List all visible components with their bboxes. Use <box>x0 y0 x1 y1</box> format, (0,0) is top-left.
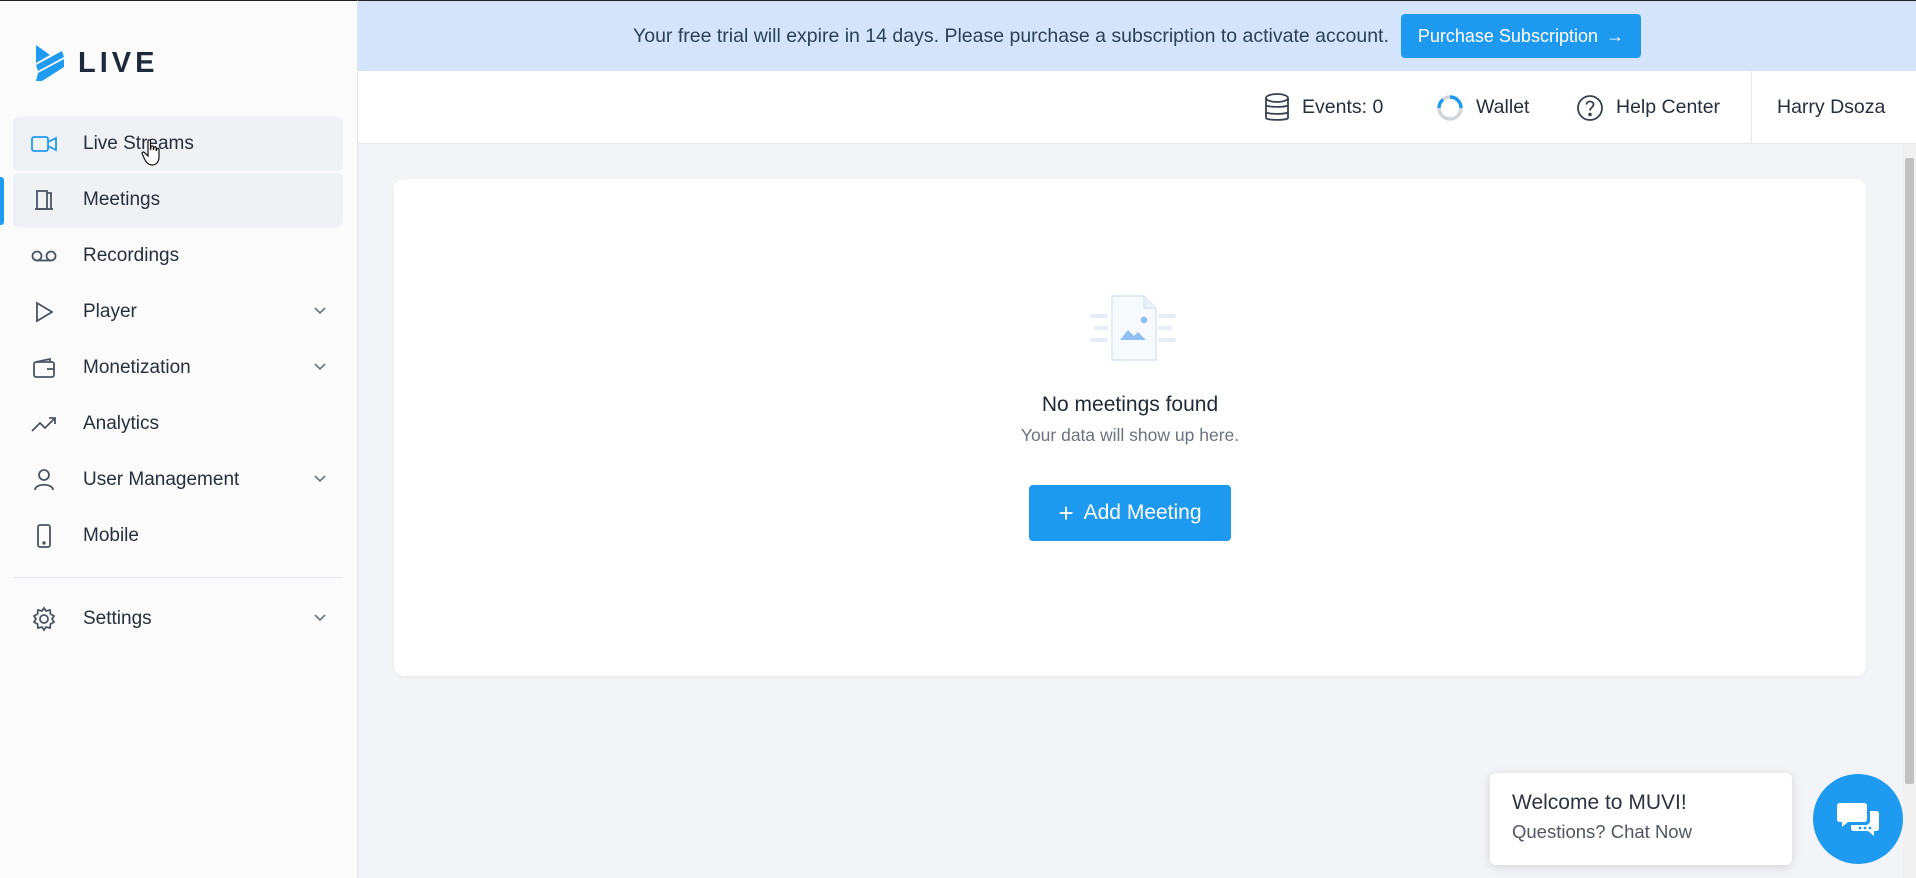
gear-icon <box>29 604 59 634</box>
active-indicator <box>0 177 4 225</box>
empty-state-title: No meetings found <box>1041 393 1219 416</box>
sidebar-item-analytics[interactable]: Analytics <box>13 397 343 451</box>
trend-icon <box>29 409 59 439</box>
events-counter[interactable]: Events: 0 <box>1264 71 1383 144</box>
wallet-ring-icon <box>1437 94 1463 121</box>
user-menu[interactable]: Harry Dsoza <box>1777 71 1885 144</box>
sidebar-item-player[interactable]: Player <box>13 285 343 339</box>
arrow-right-icon: → <box>1605 25 1624 46</box>
chevron-down-icon <box>314 307 326 315</box>
events-label: Events: 0 <box>1302 96 1384 118</box>
trial-banner-text: Your free trial will expire in 14 days. … <box>633 24 1389 47</box>
sidebar-item-meetings[interactable]: Meetings <box>13 173 343 227</box>
user-icon <box>29 465 59 495</box>
user-name: Harry Dsoza <box>1777 96 1886 118</box>
chevron-down-icon <box>314 614 326 622</box>
sidebar-item-mobile[interactable]: Mobile <box>13 509 343 563</box>
empty-state-subtitle: Your data will show up here. <box>1020 425 1240 445</box>
chat-welcome-title: Welcome to MUVI! <box>1512 791 1687 814</box>
video-camera-icon <box>29 129 59 159</box>
sidebar-item-user-management[interactable]: User Management <box>13 453 343 507</box>
sidebar-item-label: Monetization <box>83 357 191 378</box>
wallet-label: Wallet <box>1476 96 1530 118</box>
empty-image-icon <box>1090 295 1176 361</box>
meetings-card: No meetings found Your data will show up… <box>394 179 1866 676</box>
help-center-label: Help Center <box>1616 96 1721 118</box>
help-icon <box>1577 94 1603 121</box>
chat-icon <box>1837 803 1879 836</box>
sidebar-item-label: Mobile <box>83 525 139 546</box>
sidebar-item-monetization[interactable]: Monetization <box>13 341 343 395</box>
play-icon <box>29 297 59 327</box>
top-header: Events: 0 Wallet Help Center Harry Dsoza <box>358 71 1916 144</box>
sidebar-item-label: Player <box>83 301 137 322</box>
door-icon <box>29 185 59 215</box>
sidebar-item-live-streams[interactable]: Live Streams <box>13 117 343 171</box>
database-icon <box>1265 92 1289 121</box>
chat-welcome-subtitle: Questions? Chat Now <box>1512 821 1692 842</box>
sidebar-item-label: Recordings <box>83 245 180 266</box>
chat-launcher-button[interactable] <box>1813 774 1903 864</box>
add-meeting-label: Add Meeting <box>1083 501 1202 524</box>
chat-welcome-bubble[interactable]: Welcome to MUVI! Questions? Chat Now <box>1490 773 1792 865</box>
sidebar-item-label: Live Streams <box>83 133 194 154</box>
add-meeting-button[interactable]: + Add Meeting <box>1029 485 1231 541</box>
purchase-subscription-button[interactable]: Purchase Subscription → <box>1400 14 1641 58</box>
trial-banner: Your free trial will expire in 14 days. … <box>358 0 1916 71</box>
sidebar-item-label: Meetings <box>83 189 161 210</box>
logo-icon <box>36 45 64 81</box>
sidebar-item-label: Settings <box>83 608 152 629</box>
sidebar-item-label: User Management <box>83 469 240 490</box>
page-scrollbar[interactable] <box>1903 144 1916 878</box>
chevron-down-icon <box>314 475 326 483</box>
wallet-icon <box>29 353 59 383</box>
sidebar-nav: Live Streams Meetings Recordings Player <box>13 117 343 648</box>
logo-text: LIVE <box>78 46 159 79</box>
sidebar-item-settings[interactable]: Settings <box>13 592 343 646</box>
sidebar: LIVE Live Streams Meetings Recordings Pl… <box>0 0 358 878</box>
purchase-subscription-label: Purchase Subscription <box>1417 25 1598 46</box>
logo[interactable]: LIVE <box>32 43 158 83</box>
scrollbar-thumb[interactable] <box>1905 158 1914 784</box>
plus-icon: + <box>1058 497 1074 528</box>
sidebar-divider <box>13 577 343 578</box>
sidebar-item-recordings[interactable]: Recordings <box>13 229 343 283</box>
sidebar-item-label: Analytics <box>83 413 160 434</box>
hand-cursor-icon <box>141 139 160 166</box>
help-center-link[interactable]: Help Center <box>1576 71 1720 144</box>
wallet-link[interactable]: Wallet <box>1436 71 1529 144</box>
voicemail-icon <box>29 241 59 271</box>
phone-icon <box>29 521 59 551</box>
chevron-down-icon <box>314 363 326 371</box>
header-divider <box>1751 71 1752 144</box>
